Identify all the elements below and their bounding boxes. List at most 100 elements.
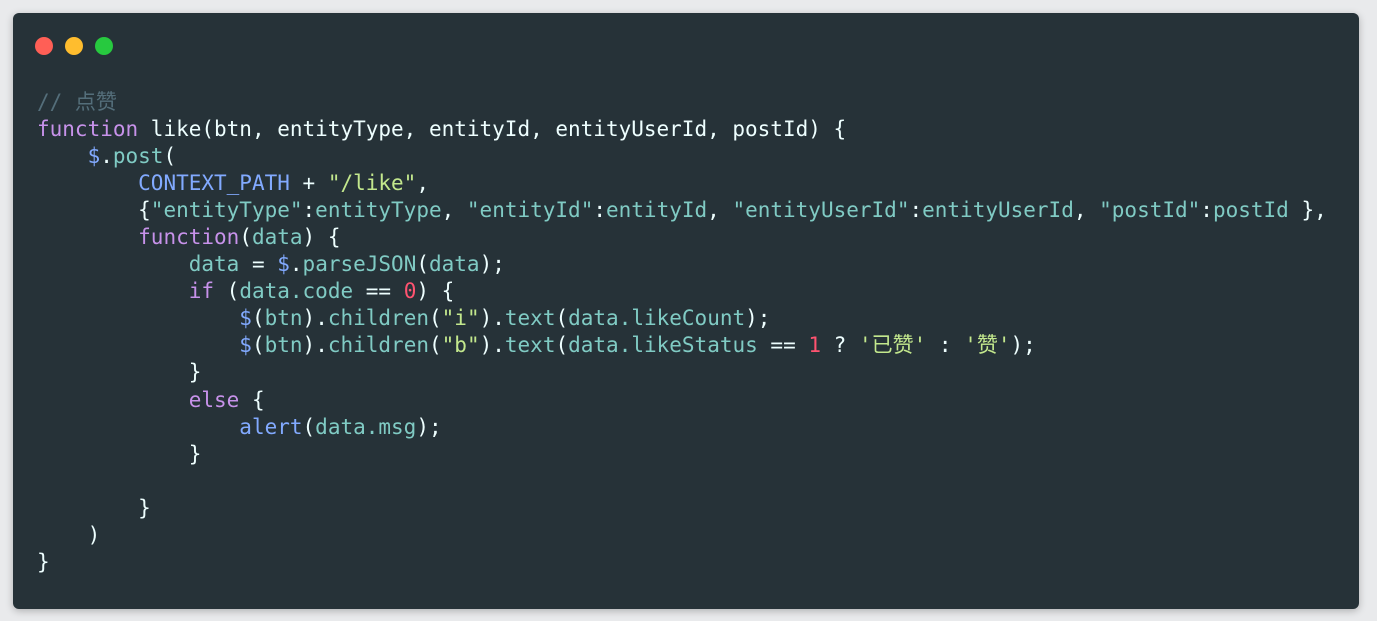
identifier-token: post <box>112 144 164 169</box>
code-text: ); <box>745 306 771 331</box>
code-text: like(btn, entityType, entityId, entityUs… <box>138 117 847 142</box>
code-text: ( <box>429 306 442 331</box>
code-text: ). <box>479 333 505 358</box>
function-token: $ <box>239 333 252 358</box>
identifier-token: data.likeCount <box>568 306 746 331</box>
code-text: : <box>1200 198 1213 223</box>
code-line: alert(data.msg); <box>37 414 1327 441</box>
string-token: "b" <box>441 333 480 358</box>
code-text: ( <box>416 252 429 277</box>
code-text: } <box>37 495 151 520</box>
code-line: else { <box>37 387 1327 414</box>
code-line: if (data.code == 0) { <box>37 278 1327 305</box>
string-token: '已赞' <box>858 333 927 358</box>
code-text: == <box>353 279 404 304</box>
code-text: ). <box>479 306 505 331</box>
code-text: } <box>37 441 202 466</box>
identifier-token: data <box>188 252 240 277</box>
code-text: : <box>926 333 965 358</box>
code-text: ); <box>1010 333 1036 358</box>
identifier-token: text <box>504 333 556 358</box>
code-text: ); <box>479 252 505 277</box>
code-line: $.post( <box>37 143 1327 170</box>
code-window: // 点赞 function like(btn, entityType, enti… <box>13 13 1359 609</box>
code-line: } <box>37 441 1327 468</box>
function-token: alert <box>239 414 303 439</box>
code-text: : <box>593 198 606 223</box>
function-token: CONTEXT_PATH <box>138 171 290 196</box>
code-line: function like(btn, entityType, entityId,… <box>37 116 1327 143</box>
code-text: ). <box>302 333 328 358</box>
code-line: $(btn).children("b").text(data.likeStatu… <box>37 332 1327 359</box>
code-text: ( <box>239 225 252 250</box>
code-text: + <box>289 171 328 196</box>
close-dot-icon <box>35 37 53 55</box>
code-text: = <box>239 252 278 277</box>
maximize-dot-icon <box>95 37 113 55</box>
code-text: ( <box>302 414 316 439</box>
code-line: function(data) { <box>37 224 1327 251</box>
identifier-token: btn <box>264 333 303 358</box>
code-text: ). <box>302 306 328 331</box>
code-text: ) { <box>302 225 341 250</box>
string-token: "i" <box>441 306 480 331</box>
identifier-token: children <box>327 306 429 331</box>
keyword-token: function <box>138 225 240 250</box>
code-text: }, <box>1288 198 1327 223</box>
code-line: CONTEXT_PATH + "/like", <box>37 170 1327 197</box>
string-token: '赞' <box>964 333 1011 358</box>
code-text: ) <box>37 522 101 547</box>
code-line: } <box>37 549 1327 576</box>
code-text: : <box>302 198 316 223</box>
code-line: data = $.parseJSON(data); <box>37 251 1327 278</box>
code-text: ? <box>821 333 859 358</box>
code-line: ) <box>37 522 1327 549</box>
identifier-token: entityId <box>606 198 708 223</box>
code-text: ( <box>429 333 442 358</box>
function-token: $ <box>37 144 101 169</box>
number-token: 1 <box>808 333 822 358</box>
code-line: {"entityType":entityType, "entityId":ent… <box>37 197 1327 224</box>
identifier-token: parseJSON <box>302 252 417 277</box>
code-text: ) { <box>416 279 455 304</box>
code-text: ( <box>251 306 265 331</box>
function-token: $ <box>277 252 290 277</box>
code-text: , <box>707 198 733 223</box>
key-token: "postId" <box>1099 198 1201 223</box>
code-text: ( <box>555 333 569 358</box>
keyword-token: function <box>37 117 139 142</box>
code-block: // 点赞 function like(btn, entityType, enti… <box>37 89 1327 576</box>
code-text: ); <box>416 414 442 439</box>
code-text: } <box>37 360 202 385</box>
code-text: ( <box>251 333 265 358</box>
identifier-token: btn <box>264 306 303 331</box>
code-line: } <box>37 495 1327 522</box>
keyword-token: else <box>188 387 240 412</box>
code-text: : <box>909 198 923 223</box>
function-token: $ <box>239 306 252 331</box>
code-text: , <box>441 198 467 223</box>
identifier-token: data.code <box>239 279 354 304</box>
keyword-token: if <box>188 279 215 304</box>
number-token: 0 <box>403 279 417 304</box>
code-text: ( <box>555 306 569 331</box>
key-token: "entityType" <box>150 198 303 223</box>
identifier-token: postId <box>1212 198 1289 223</box>
code-text: . <box>289 252 303 277</box>
code-text: . <box>100 144 113 169</box>
code-text: { <box>37 198 151 223</box>
code-line: $(btn).children("i").text(data.likeCount… <box>37 305 1327 332</box>
code-text: ( <box>163 144 177 169</box>
identifier-token: data <box>251 225 303 250</box>
code-text: , <box>1073 198 1100 223</box>
minimize-dot-icon <box>65 37 83 55</box>
